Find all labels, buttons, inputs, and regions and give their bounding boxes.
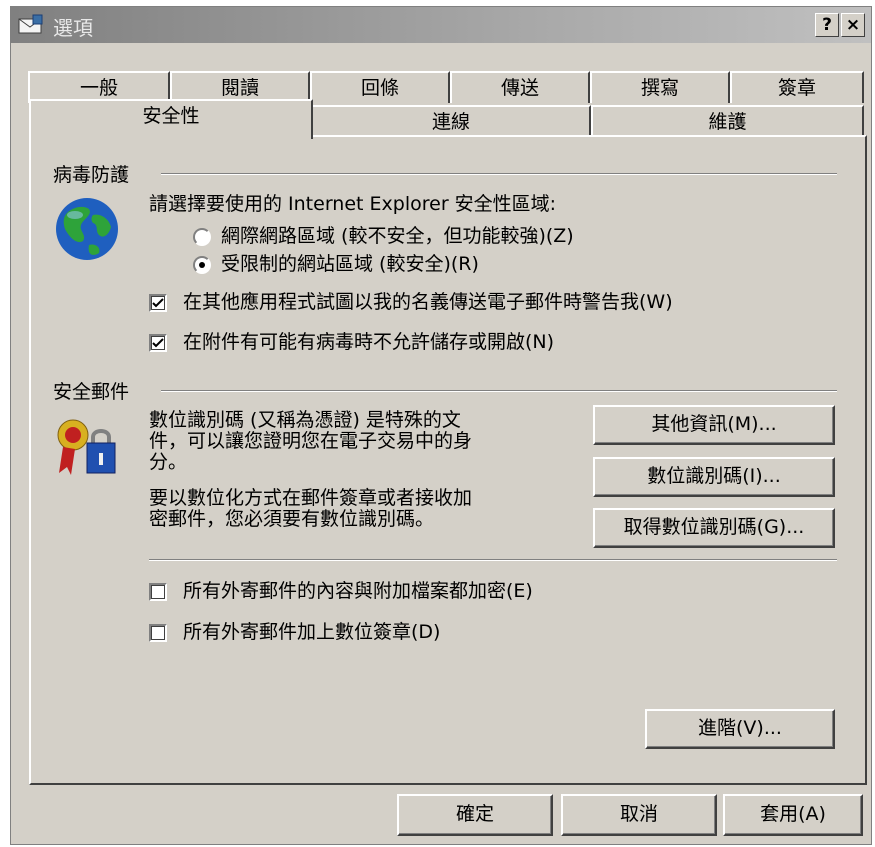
more-info-button[interactable]: 其他資訊(M)... <box>593 405 835 445</box>
cancel-button[interactable]: 取消 <box>561 794 717 836</box>
encrypt-all-label[interactable]: 所有外寄郵件的內容與附加檔案都加密(E) <box>183 580 533 603</box>
radio-internet-zone[interactable] <box>193 228 211 246</box>
window-title: 選項 <box>53 16 93 40</box>
id-requirement-line1: 要以數位化方式在郵件簽章或者接收加 <box>149 487 473 509</box>
section-divider <box>161 173 837 175</box>
sign-all-checkbox[interactable] <box>149 624 167 642</box>
certificate-lock-icon <box>57 419 116 475</box>
tab-compose[interactable]: 撰寫 <box>590 71 730 103</box>
ok-button[interactable]: 確定 <box>397 794 553 836</box>
help-button[interactable]: ? <box>815 13 839 37</box>
title-bar[interactable]: 選項 ? × <box>11 7 871 43</box>
checkmark-icon <box>152 338 164 348</box>
close-button[interactable]: × <box>841 13 865 37</box>
digital-ids-button[interactable]: 數位識別碼(I)... <box>593 457 835 497</box>
cert-description-line2: 件，可以讓您證明您在電子交易中的身 <box>149 430 473 452</box>
options-dialog: 選項 ? × 一般 閱讀 回條 傳送 撰寫 簽章 連線 維護 安全性 病毒防護 … <box>10 6 872 845</box>
radio-restricted-zone[interactable] <box>193 256 211 274</box>
warn-send-label[interactable]: 在其他應用程式試圖以我的名義傳送電子郵件時警告我(W) <box>183 291 673 314</box>
radio-internet-zone-label[interactable]: 網際網路區域 (較不安全，但功能較強)(Z) <box>221 225 574 248</box>
zone-prompt: 請選擇要使用的 Internet Explorer 安全性區域: <box>149 193 557 215</box>
mail-options-icon <box>18 14 43 34</box>
radio-restricted-zone-label[interactable]: 受限制的網站區域 (較安全)(R) <box>221 253 479 276</box>
sign-all-label[interactable]: 所有外寄郵件加上數位簽章(D) <box>183 621 440 644</box>
globe-icon <box>56 198 118 260</box>
virus-protection-title: 病毒防護 <box>53 164 130 186</box>
block-attachments-checkbox[interactable] <box>149 334 167 352</box>
cert-description-line1: 數位識別碼 (又稱為憑證) 是特殊的文 <box>149 409 461 431</box>
secure-mail-title: 安全郵件 <box>53 381 130 403</box>
checkmark-icon <box>152 298 164 308</box>
encrypt-all-checkbox[interactable] <box>149 583 167 601</box>
tab-security[interactable]: 安全性 <box>29 99 313 139</box>
tab-connection[interactable]: 連線 <box>311 105 591 137</box>
advanced-button[interactable]: 進階(V)... <box>645 709 835 749</box>
radio-selected-dot <box>199 262 205 268</box>
warn-send-checkbox[interactable] <box>149 294 167 312</box>
id-requirement-line2: 密郵件，您必須要有數位識別碼。 <box>149 508 435 530</box>
tab-send[interactable]: 傳送 <box>450 71 590 103</box>
get-digital-id-button[interactable]: 取得數位識別碼(G)... <box>593 508 835 548</box>
tab-receipts[interactable]: 回條 <box>310 71 450 103</box>
tab-signatures[interactable]: 簽章 <box>730 71 864 103</box>
apply-button[interactable]: 套用(A) <box>723 794 863 836</box>
tab-maintenance[interactable]: 維護 <box>591 105 864 137</box>
section-divider <box>149 559 837 561</box>
cert-description-line3: 分。 <box>149 451 188 473</box>
block-attachments-label[interactable]: 在附件有可能有病毒時不允許儲存或開啟(N) <box>183 331 554 354</box>
section-divider <box>161 390 837 392</box>
